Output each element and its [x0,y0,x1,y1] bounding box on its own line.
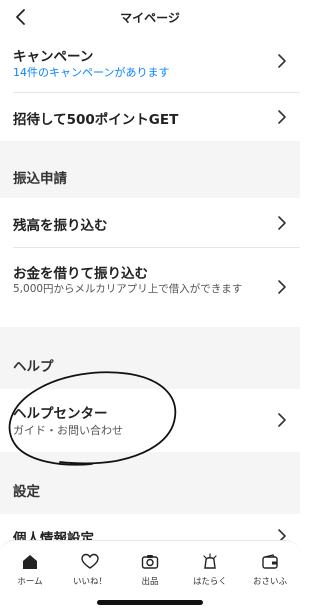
section-settings-label: 設定 [13,484,40,500]
chevron-right-icon [278,110,286,124]
camera-icon [141,555,159,569]
section-transfer-label: 振込申請 [13,171,67,187]
tab-sell-label: 出品 [141,577,159,587]
campaign-count: 14件のキャンペーンがあります [13,66,170,79]
invite-title: 招待して500ポイントGET [13,112,179,128]
borrow-title: お金を借りて振り込む [13,266,148,282]
transfer-balance-row[interactable]: 残高を振り込む [0,198,300,246]
home-indicator [97,600,203,605]
work-icon [203,553,217,569]
page-title: マイページ [120,11,180,25]
home-icon [23,555,37,569]
tab-likes-label: いいね！ [72,577,107,587]
tab-wallet[interactable]: おさいふ [240,553,300,593]
campaign-row[interactable]: キャンペーン 14件のキャンペーンがあります [0,36,300,91]
chevron-right-icon [278,216,286,230]
header-bar: マイページ [0,0,300,36]
heart-icon [81,553,99,569]
tab-work[interactable]: はたらく [180,553,240,593]
hand-drawn-circle-annotation [8,371,177,466]
tab-home[interactable]: ホーム [0,553,60,593]
campaign-title: キャンペーン [13,49,94,65]
borrow-description: 5,000円からメルカリアプリ上で借入ができます [13,283,243,295]
wallet-icon [262,554,278,569]
chevron-right-icon [278,413,286,427]
borrow-row[interactable]: お金を借りて振り込む 5,000円からメルカリアプリ上で借入ができます [0,248,300,327]
transfer-balance-title: 残高を振り込む [13,218,108,234]
chevron-right-icon [278,280,286,294]
tab-home-label: ホーム [17,577,43,587]
tab-sell[interactable]: 出品 [120,553,180,593]
section-transfer: 振込申請 [0,141,300,198]
tab-work-label: はたらく [193,577,227,587]
tab-wallet-label: おさいふ [252,577,287,587]
invite-row[interactable]: 招待して500ポイントGET [0,93,300,141]
tab-likes[interactable]: いいね！ [60,553,120,593]
chevron-right-icon [278,54,286,68]
